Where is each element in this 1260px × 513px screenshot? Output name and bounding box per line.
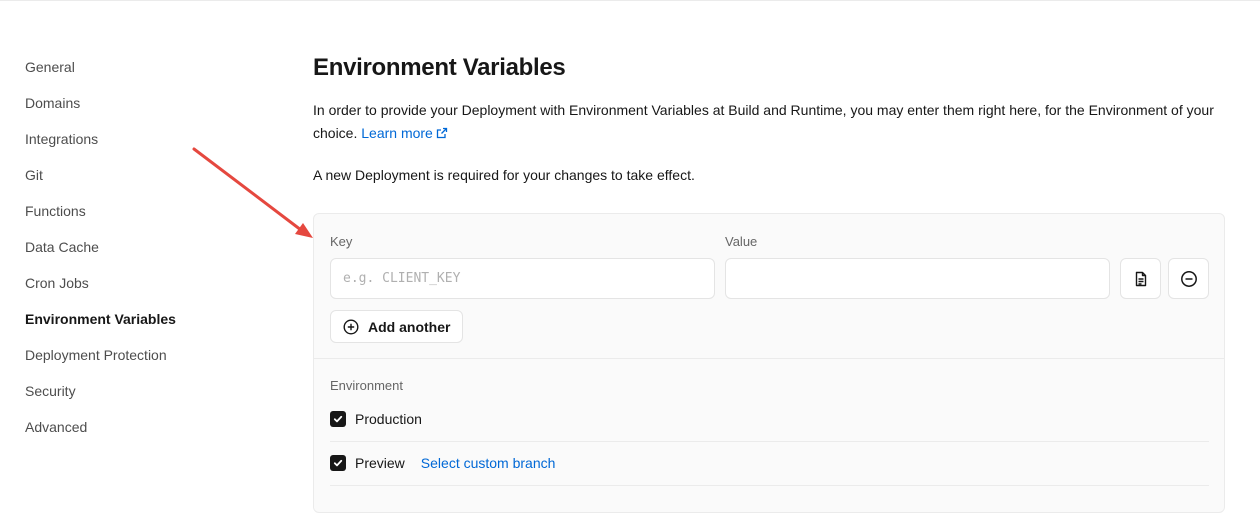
redeploy-note: A new Deployment is required for your ch… bbox=[313, 167, 695, 183]
environment-label: Environment bbox=[330, 378, 403, 393]
sidebar-item-general[interactable]: General bbox=[25, 58, 265, 94]
sidebar-item-security[interactable]: Security bbox=[25, 382, 265, 418]
row-separator bbox=[330, 485, 1209, 486]
sidebar-item-deployment-protection[interactable]: Deployment Protection bbox=[25, 346, 265, 382]
page-description: In order to provide your Deployment with… bbox=[313, 99, 1225, 145]
plus-circle-icon bbox=[343, 318, 359, 335]
key-label: Key bbox=[330, 234, 353, 249]
description-text: In order to provide your Deployment with… bbox=[313, 102, 1214, 141]
check-icon bbox=[333, 415, 343, 423]
sidebar-item-data-cache[interactable]: Data Cache bbox=[25, 238, 265, 274]
learn-more-link[interactable]: Learn more bbox=[361, 125, 448, 141]
remove-variable-button[interactable] bbox=[1168, 258, 1209, 299]
sidebar-item-domains[interactable]: Domains bbox=[25, 94, 265, 130]
card-divider bbox=[314, 358, 1224, 359]
select-custom-branch-link[interactable]: Select custom branch bbox=[421, 455, 556, 471]
value-input[interactable] bbox=[725, 258, 1110, 299]
environment-row-production: Production bbox=[330, 411, 422, 427]
external-link-icon bbox=[436, 127, 447, 139]
file-text-icon bbox=[1135, 271, 1146, 286]
main-content: Environment Variables In order to provid… bbox=[313, 53, 1225, 184]
learn-more-label: Learn more bbox=[361, 125, 433, 141]
sidebar-item-environment-variables[interactable]: Environment Variables bbox=[25, 310, 265, 346]
sidebar-item-functions[interactable]: Functions bbox=[25, 202, 265, 238]
settings-sidebar: General Domains Integrations Git Functio… bbox=[25, 58, 265, 454]
minus-circle-icon bbox=[1180, 270, 1197, 287]
add-another-button[interactable]: Add another bbox=[330, 310, 463, 343]
top-border bbox=[0, 0, 1260, 1]
preview-checkbox[interactable] bbox=[330, 455, 346, 471]
check-icon bbox=[333, 459, 343, 467]
preview-label: Preview bbox=[355, 455, 405, 471]
sidebar-item-integrations[interactable]: Integrations bbox=[25, 130, 265, 166]
add-another-label: Add another bbox=[368, 318, 451, 335]
key-input[interactable] bbox=[330, 258, 715, 299]
env-var-form-card: Key Value Add another Environment Produc… bbox=[313, 213, 1225, 513]
environment-row-preview: Preview Select custom branch bbox=[330, 455, 555, 471]
page-title: Environment Variables bbox=[313, 54, 566, 81]
production-label: Production bbox=[355, 411, 422, 427]
value-label: Value bbox=[725, 234, 758, 249]
sidebar-item-git[interactable]: Git bbox=[25, 166, 265, 202]
production-checkbox[interactable] bbox=[330, 411, 346, 427]
row-separator bbox=[330, 441, 1209, 442]
sidebar-item-advanced[interactable]: Advanced bbox=[25, 418, 265, 454]
import-env-file-button[interactable] bbox=[1120, 258, 1161, 299]
sidebar-item-cron-jobs[interactable]: Cron Jobs bbox=[25, 274, 265, 310]
